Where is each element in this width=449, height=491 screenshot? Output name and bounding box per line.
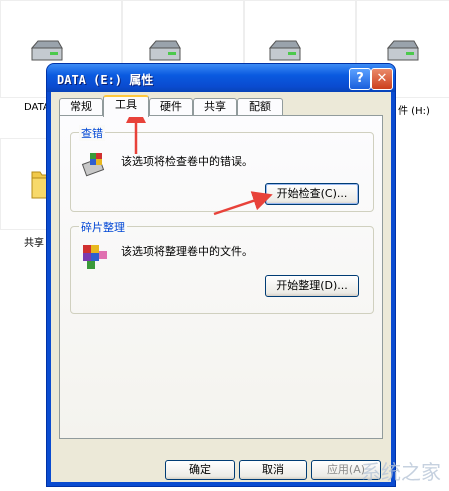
help-button[interactable]: ? — [349, 68, 371, 90]
properties-dialog: DATA (E:) 属性 ? ✕ 常规 工具 硬件 共享 配额 查错 该选项将检… — [47, 64, 395, 486]
tab-general[interactable]: 常规 — [59, 98, 103, 115]
error-check-description: 该选项将检查卷中的错误。 — [121, 155, 253, 168]
tab-sharing[interactable]: 共享 — [193, 98, 237, 115]
desktop-label-shared: 共享 — [24, 238, 44, 249]
defrag-icon — [83, 245, 107, 269]
tab-tools[interactable]: 工具 — [103, 95, 149, 117]
start-defrag-button[interactable]: 开始整理(D)... — [265, 275, 359, 297]
error-check-group: 查错 该选项将检查卷中的错误。 开始检查(C)... — [70, 125, 374, 212]
desktop-label-data: DATA — [24, 102, 50, 113]
dialog-title: DATA (E:) 属性 — [57, 73, 154, 87]
tab-quota[interactable]: 配额 — [237, 98, 283, 115]
ok-button[interactable]: 确定 — [165, 460, 235, 480]
defrag-description: 该选项将整理卷中的文件。 — [121, 245, 253, 258]
defrag-title: 碎片整理 — [79, 219, 127, 235]
error-check-title: 查错 — [79, 125, 105, 141]
title-bar[interactable]: DATA (E:) 属性 ? ✕ — [47, 64, 395, 92]
defrag-group: 碎片整理 该选项将整理卷中的文件。 开始整理(D)... — [70, 219, 374, 314]
watermark: 系统之家 — [361, 460, 441, 484]
tab-hardware[interactable]: 硬件 — [149, 98, 193, 115]
dialog-client: 常规 工具 硬件 共享 配额 查错 该选项将检查卷中的错误。 开始检查(C)..… — [51, 92, 391, 482]
drive-icon[interactable] — [28, 38, 64, 64]
drive-icon[interactable] — [384, 38, 420, 64]
desktop-label-drive-h: 件 (H:) — [398, 106, 430, 117]
drive-icon[interactable] — [266, 38, 302, 64]
start-check-button[interactable]: 开始检查(C)... — [265, 183, 359, 205]
drive-icon[interactable] — [146, 38, 182, 64]
tab-panel-tools: 查错 该选项将检查卷中的错误。 开始检查(C)... 碎片整理 该选项将整理卷中… — [59, 115, 383, 439]
cancel-button[interactable]: 取消 — [239, 460, 307, 480]
disk-check-icon — [81, 153, 105, 177]
close-button[interactable]: ✕ — [371, 68, 393, 90]
